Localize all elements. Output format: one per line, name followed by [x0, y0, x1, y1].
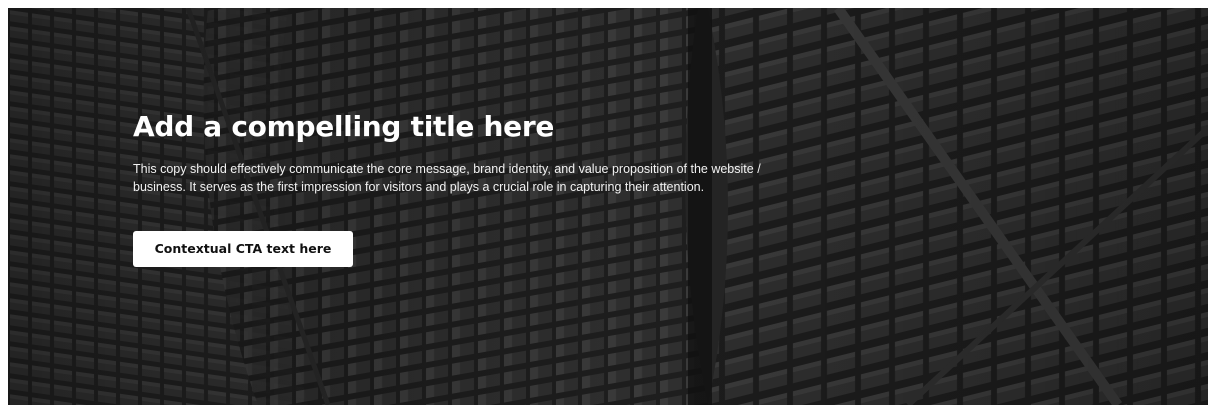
hero-content: Add a compelling title here This copy sh…: [133, 108, 773, 267]
cta-button[interactable]: Contextual CTA text here: [133, 231, 353, 267]
hero-description: This copy should effectively communicate…: [133, 162, 761, 194]
hero-section: Add a compelling title here This copy sh…: [8, 8, 1208, 405]
hero-title: Add a compelling title here: [133, 110, 555, 143]
